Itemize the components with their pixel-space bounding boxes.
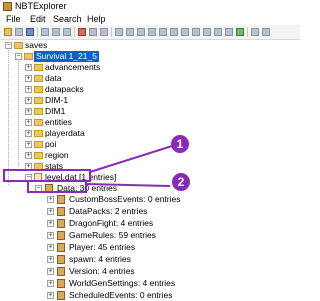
callout-pointer-2 bbox=[85, 183, 171, 187]
annotation-callouts: 1 2 bbox=[85, 135, 190, 191]
callout-number-2: 2 bbox=[178, 175, 185, 189]
callout-pointer-1 bbox=[89, 145, 173, 173]
callout-number-1: 1 bbox=[177, 137, 184, 151]
